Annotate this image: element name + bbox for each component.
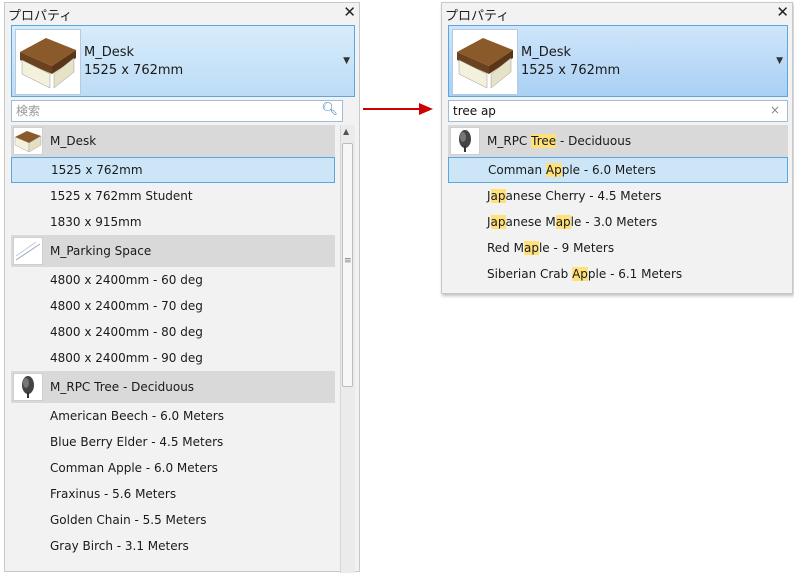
list-item[interactable]: Golden Chain - 5.5 Meters — [11, 507, 335, 533]
properties-panel-left: プロパティ ✕ M_Desk 1525 x 762mm ▼ 🔍︎ — [4, 2, 360, 573]
group-label: M_Parking Space — [50, 244, 152, 258]
list-item-selected[interactable]: 1525 x 762mm — [11, 157, 335, 183]
search-box[interactable]: 🔍︎ — [11, 100, 343, 122]
list-item[interactable]: 4800 x 2400mm - 90 deg — [11, 345, 335, 371]
scroll-thumb[interactable]: ≡ — [342, 143, 353, 387]
selected-type-name: M_Desk — [84, 45, 135, 60]
desk-thumbnail-icon — [15, 29, 81, 95]
group-header-parking: M_Parking Space — [11, 235, 335, 267]
scroll-up-icon[interactable]: ▲ — [343, 127, 349, 136]
list-item-label: 4800 x 2400mm - 80 deg — [50, 325, 203, 339]
type-selector[interactable]: M_Desk 1525 x 762mm ▼ — [448, 25, 788, 97]
list-item[interactable]: Comman Apple - 6.0 Meters — [11, 455, 335, 481]
list-item[interactable]: American Beech - 6.0 Meters — [11, 403, 335, 429]
list-item[interactable]: 1525 x 762mm Student — [11, 183, 335, 209]
properties-panel-right: プロパティ ✕ M_Desk 1525 x 762mm ▼ × — [441, 2, 793, 294]
panel-title: プロパティ — [445, 9, 510, 24]
list-item[interactable]: Japanese Maple - 3.0 Meters — [448, 209, 788, 235]
filtered-type-list: M_RPC Tree - Deciduous Comman Apple - 6.… — [448, 125, 788, 287]
desk-icon — [13, 127, 43, 155]
list-item-label: 4800 x 2400mm - 90 deg — [50, 351, 203, 365]
list-item[interactable]: 4800 x 2400mm - 70 deg — [11, 293, 335, 319]
grip-icon: ≡ — [344, 256, 352, 266]
search-input[interactable] — [12, 101, 310, 121]
list-item[interactable]: Gray Birch - 3.1 Meters — [11, 533, 335, 559]
group-header-tree: M_RPC Tree - Deciduous — [11, 371, 335, 403]
type-selector[interactable]: M_Desk 1525 x 762mm ▼ — [11, 25, 355, 97]
list-item-label: 1525 x 762mm — [51, 163, 143, 177]
transition-arrow-icon — [363, 103, 433, 115]
group-header-tree: M_RPC Tree - Deciduous — [448, 125, 788, 157]
panel-titlebar: プロパティ ✕ — [5, 3, 359, 24]
group-header-desk: M_Desk — [11, 125, 335, 157]
list-item[interactable]: 1830 x 915mm — [11, 209, 335, 235]
group-label: M_RPC Tree - Deciduous — [487, 134, 632, 148]
group-label: M_RPC Tree - Deciduous — [50, 380, 195, 394]
search-icon[interactable]: 🔍︎ — [321, 102, 338, 117]
list-item[interactable]: Siberian Crab Apple - 6.1 Meters — [448, 261, 788, 287]
list-item[interactable]: Fraxinus - 5.6 Meters — [11, 481, 335, 507]
list-item-label: Comman Apple - 6.0 Meters — [50, 461, 218, 475]
list-item-label: Fraxinus - 5.6 Meters — [50, 487, 177, 501]
list-item[interactable]: 4800 x 2400mm - 80 deg — [11, 319, 335, 345]
group-label: M_Desk — [50, 134, 97, 148]
list-item-label: 4800 x 2400mm - 60 deg — [50, 273, 203, 287]
tree-icon — [450, 127, 480, 155]
dropdown-arrow-icon[interactable]: ▼ — [343, 56, 350, 66]
list-scrollbar[interactable]: ▲ ≡ — [340, 125, 355, 573]
type-list: M_Desk 1525 x 762mm 1525 x 762mm Student… — [11, 125, 335, 559]
panel-titlebar: プロパティ ✕ — [442, 3, 792, 24]
list-item[interactable]: 4800 x 2400mm - 60 deg — [11, 267, 335, 293]
search-box[interactable]: × — [448, 100, 788, 122]
clear-icon[interactable]: × — [770, 103, 780, 117]
list-item-label: 4800 x 2400mm - 70 deg — [50, 299, 203, 313]
parking-space-icon — [13, 237, 43, 265]
list-item-label: Blue Berry Elder - 4.5 Meters — [50, 435, 224, 449]
list-item-label: Golden Chain - 5.5 Meters — [50, 513, 207, 527]
close-icon[interactable]: ✕ — [343, 3, 356, 21]
desk-thumbnail-icon — [452, 29, 518, 95]
panel-title: プロパティ — [8, 9, 73, 24]
search-input[interactable] — [449, 101, 747, 121]
selected-type-name: M_Desk — [521, 45, 572, 60]
selected-type-size: 1525 x 762mm — [84, 63, 184, 78]
list-item[interactable]: Blue Berry Elder - 4.5 Meters — [11, 429, 335, 455]
list-item-label: American Beech - 6.0 Meters — [50, 409, 224, 423]
list-item-selected[interactable]: Comman Apple - 6.0 Meters — [448, 157, 788, 183]
list-item-label: Gray Birch - 3.1 Meters — [50, 539, 189, 553]
tree-icon — [13, 373, 43, 401]
list-item[interactable]: Japanese Cherry - 4.5 Meters — [448, 183, 788, 209]
dropdown-arrow-icon[interactable]: ▼ — [776, 56, 783, 66]
selected-type-size: 1525 x 762mm — [521, 63, 621, 78]
list-item-label: 1525 x 762mm Student — [50, 189, 193, 203]
list-item[interactable]: Red Maple - 9 Meters — [448, 235, 788, 261]
close-icon[interactable]: ✕ — [776, 3, 789, 21]
list-item-label: 1830 x 915mm — [50, 215, 142, 229]
